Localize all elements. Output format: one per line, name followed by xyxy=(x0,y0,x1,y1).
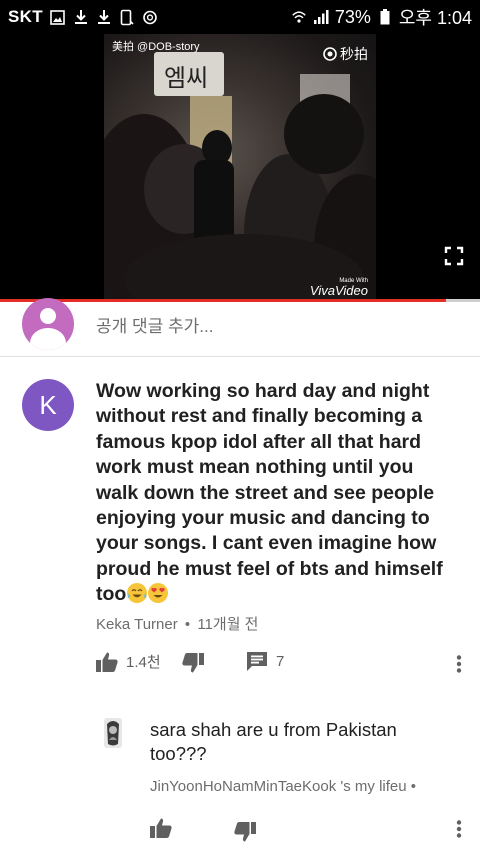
my-avatar xyxy=(22,298,74,350)
comment-body: Wow working so hard day and night withou… xyxy=(96,380,443,606)
signal-icon xyxy=(313,8,329,26)
comment-time: 11개월 전 xyxy=(197,616,259,633)
reply-text: sara shah are u from Pakistan too??? xyxy=(150,719,397,764)
vivavideo-brand: VivaVideo xyxy=(309,283,368,298)
reply-button[interactable]: 7 xyxy=(246,651,284,671)
alarm-icon xyxy=(142,8,158,26)
reply-author[interactable]: JinYoonHoNamMinTaeKook 's my lifeu • xyxy=(150,778,468,795)
reply-count: 7 xyxy=(276,652,285,670)
thumbs-down-icon xyxy=(182,653,204,673)
heart-eyes-emoji xyxy=(148,583,169,604)
tablet-icon xyxy=(119,8,135,26)
comment-text: Wow working so hard day and night withou… xyxy=(96,379,456,608)
fullscreen-icon[interactable] xyxy=(444,246,464,266)
download-icon xyxy=(73,8,89,26)
avatar[interactable]: K xyxy=(22,379,74,431)
video-sign-text: 엠씨 xyxy=(164,64,209,92)
comment-meta: Keka Turner • 11개월 전 xyxy=(96,613,258,634)
video-player[interactable]: 엠씨 美拍 @DOB-story 秒拍 Made With VivaVideo xyxy=(0,34,480,300)
thumbs-up-icon xyxy=(150,818,172,838)
reply-like-button[interactable] xyxy=(150,818,172,838)
image-icon xyxy=(50,8,66,26)
like-button[interactable]: 1.4천 xyxy=(96,651,161,672)
reply-avatar[interactable] xyxy=(100,716,126,750)
avatar-letter: K xyxy=(39,389,57,420)
dislike-button[interactable] xyxy=(182,653,204,673)
status-bar: SKT 73% 오후 1:04 xyxy=(0,0,480,34)
video-frame: 엠씨 美拍 @DOB-story 秒拍 Made With VivaVideo xyxy=(104,34,376,300)
thumbs-up-icon xyxy=(96,652,118,672)
carrier-label: SKT xyxy=(8,7,43,26)
battery-percent: 73% xyxy=(334,6,371,27)
video-watermark: 美拍 @DOB-story xyxy=(112,41,200,53)
tears-of-joy-emoji xyxy=(127,583,148,604)
battery-icon xyxy=(377,8,393,26)
add-comment-row[interactable]: 공개 댓글 추가... xyxy=(0,298,480,357)
video-app-logo-text: 秒拍 xyxy=(340,46,368,62)
clock: 오후 1:04 xyxy=(398,8,472,28)
comment-actions: 1.4천 7 xyxy=(96,649,480,679)
wifi-icon xyxy=(291,8,307,26)
like-count: 1.4천 xyxy=(126,654,161,671)
thumbs-down-icon xyxy=(234,822,256,842)
comment-author[interactable]: Keka Turner xyxy=(96,616,178,633)
reply-actions xyxy=(150,818,480,846)
video-app-logo: 秒拍 xyxy=(323,44,368,64)
reply-dislike-button[interactable] xyxy=(234,822,256,842)
add-comment-input[interactable]: 공개 댓글 추가... xyxy=(96,312,213,337)
reply-more-options-icon[interactable] xyxy=(456,820,462,838)
reply-icon xyxy=(247,652,267,671)
meta-separator: • xyxy=(184,616,191,633)
more-options-icon[interactable] xyxy=(456,655,462,673)
download-icon xyxy=(96,8,112,26)
